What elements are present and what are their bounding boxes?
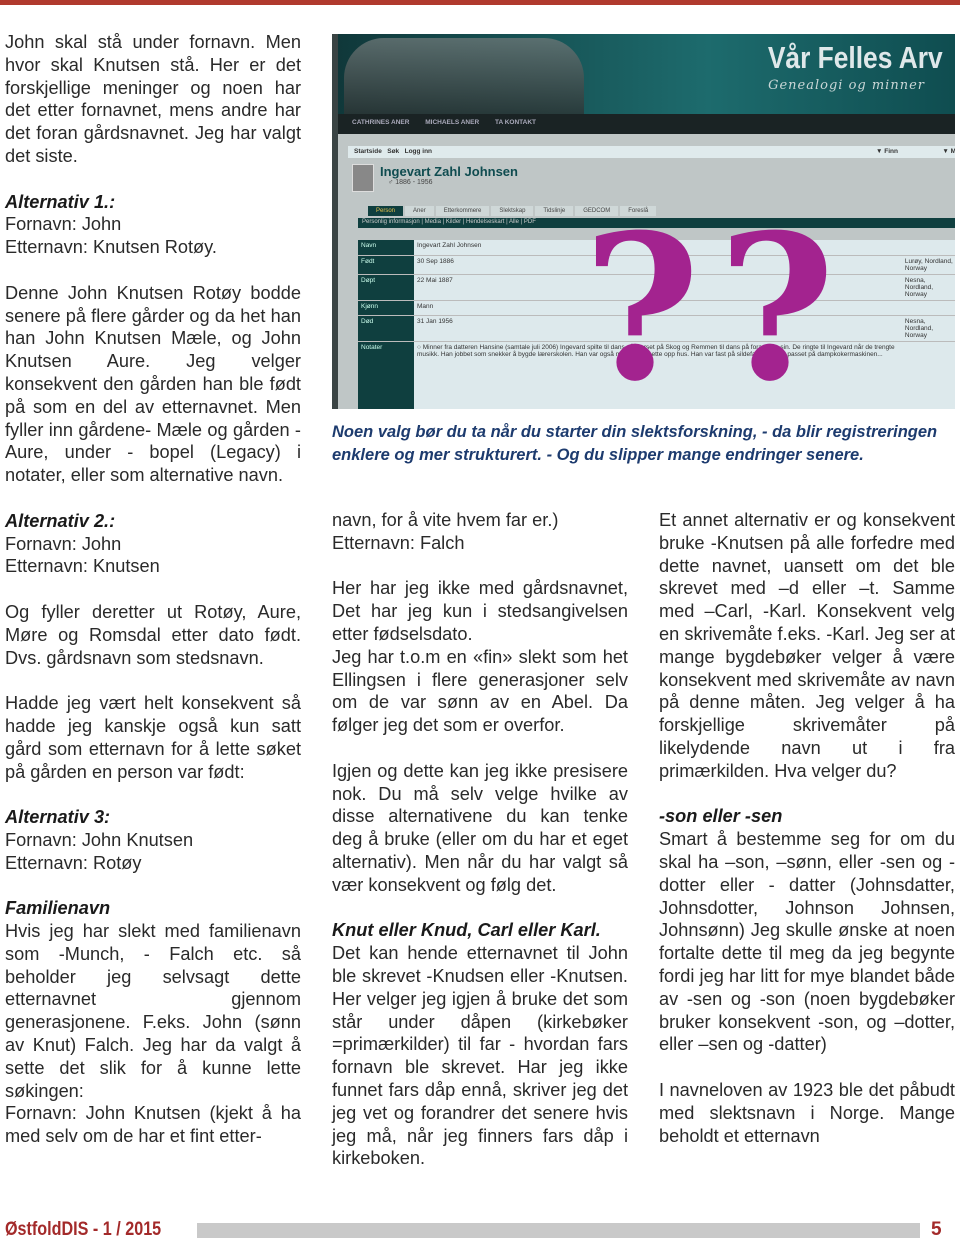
section-heading: Alternativ 1.: xyxy=(5,191,116,212)
top-rule xyxy=(0,0,960,5)
section-heading: Alternativ 3: xyxy=(5,807,111,828)
nav-link: CATHRINES ANER xyxy=(352,119,410,126)
nav-link: MICHAELS ANER xyxy=(425,119,480,126)
paragraph: Fornavn: John Knutsen Etternavn: Rotøy xyxy=(5,829,194,873)
site-toolbar: Startside Søk Logg inn ▼ Finn ▼ M xyxy=(348,146,955,158)
info-place xyxy=(901,240,955,256)
info-label: Døpt xyxy=(358,274,414,301)
info-label: Navn xyxy=(358,240,414,256)
paragraph: navn, for å vite hvem far er.) Etternavn… xyxy=(332,510,559,553)
section-heading: -son eller -sen xyxy=(659,806,783,827)
section-heading: Familienavn xyxy=(5,898,111,919)
info-label: Død xyxy=(358,315,414,342)
paragraph: Denne John Knutsen Rotøy bodde senere på… xyxy=(5,282,301,486)
section-heading: Alternativ 2.: xyxy=(5,510,116,531)
paragraph: Smart å bestemme seg for om du skal ha –… xyxy=(659,829,955,1055)
page-number: 5 xyxy=(931,1219,942,1240)
person-tab: Slektskap xyxy=(491,206,534,216)
website-screenshot-figure: Vår Felles Arv Genealogi og minner CATHR… xyxy=(332,34,955,409)
finn-menu: ▼ Finn xyxy=(876,148,898,155)
column-left: John skal stå under fornavn. Men hvor sk… xyxy=(5,31,301,1171)
info-place xyxy=(901,300,955,316)
paragraph: Og fyller deretter ut Rotøy, Aure, Møre … xyxy=(5,601,301,668)
paragraph: John skal stå under fornavn. Men hvor sk… xyxy=(5,32,301,166)
info-place: Lurøy, Nordland, Norway xyxy=(901,255,955,275)
paragraph: Hvis jeg har slekt med familienavn som -… xyxy=(5,921,301,1147)
portrait-photo xyxy=(352,164,374,192)
site-logo: Vår Felles Arv xyxy=(768,40,943,75)
site-tagline: Genealogi og minner xyxy=(768,78,925,93)
info-place: Nesna, Nordland, Norway xyxy=(901,315,955,342)
question-mark-overlay: ? xyxy=(718,191,836,409)
paragraph: Det kan hende etternavnet til John ble s… xyxy=(332,943,628,1169)
paragraph: Fornavn: John Etternavn: Knutsen xyxy=(5,533,160,577)
site-banner: Vår Felles Arv Genealogi og minner xyxy=(338,34,955,114)
paragraph: Hadde jeg vært helt konsekvent så hadde … xyxy=(5,693,301,782)
info-place xyxy=(901,341,955,409)
info-label: Født xyxy=(358,255,414,275)
person-tab: Etterkommere xyxy=(435,206,490,216)
info-place: Nesna, Nordland, Norway xyxy=(901,274,955,301)
figure-caption: Noen valg bør du ta når du starter din s… xyxy=(332,423,938,464)
info-label: Notater xyxy=(358,341,414,409)
section-heading: Knut eller Knud, Carl eller Karl. xyxy=(332,920,601,941)
person-tab: Tidslinje xyxy=(535,206,574,216)
info-label: Kjønn xyxy=(358,300,414,316)
toolbar-link: Startside xyxy=(354,148,382,155)
paragraph: Et annet alternativ er og konsekvent bru… xyxy=(659,510,955,781)
column-right: Et annet alternativ er og konsekvent bru… xyxy=(659,509,955,1170)
column-middle: navn, for å vite hvem far er.) Etternavn… xyxy=(332,509,628,1193)
person-name: Ingevart Zahl Johnsen xyxy=(380,164,518,179)
toolbar-link: Søk xyxy=(387,148,400,155)
paragraph: Fornavn: John Etternavn: Knutsen Rotøy. xyxy=(5,214,217,258)
person-dates: ♂ 1886 - 1956 xyxy=(388,179,433,186)
paragraph: I navneloven av 1923 ble det påbudt med … xyxy=(659,1079,955,1146)
paragraph: Igjen og dette kan jeg ikke presisere no… xyxy=(332,760,628,895)
paragraph: Her har jeg ikke med gårdsnavnet, Det ha… xyxy=(332,578,628,736)
question-mark-overlay: ? xyxy=(583,191,701,409)
more-menu: ▼ M xyxy=(942,148,955,155)
nav-link: TA KONTAKT xyxy=(494,119,537,126)
family-photo xyxy=(344,38,584,114)
footer-publication: ØstfoldDIS - 1 / 2015 xyxy=(5,1219,162,1240)
toolbar-link: Logg inn xyxy=(404,148,433,155)
site-nav: CATHRINES ANER MICHAELS ANER TA KONTAKT xyxy=(338,114,955,134)
person-tab: Aner xyxy=(405,206,434,216)
person-tab: Person xyxy=(368,206,404,216)
footer-bar xyxy=(197,1223,920,1238)
